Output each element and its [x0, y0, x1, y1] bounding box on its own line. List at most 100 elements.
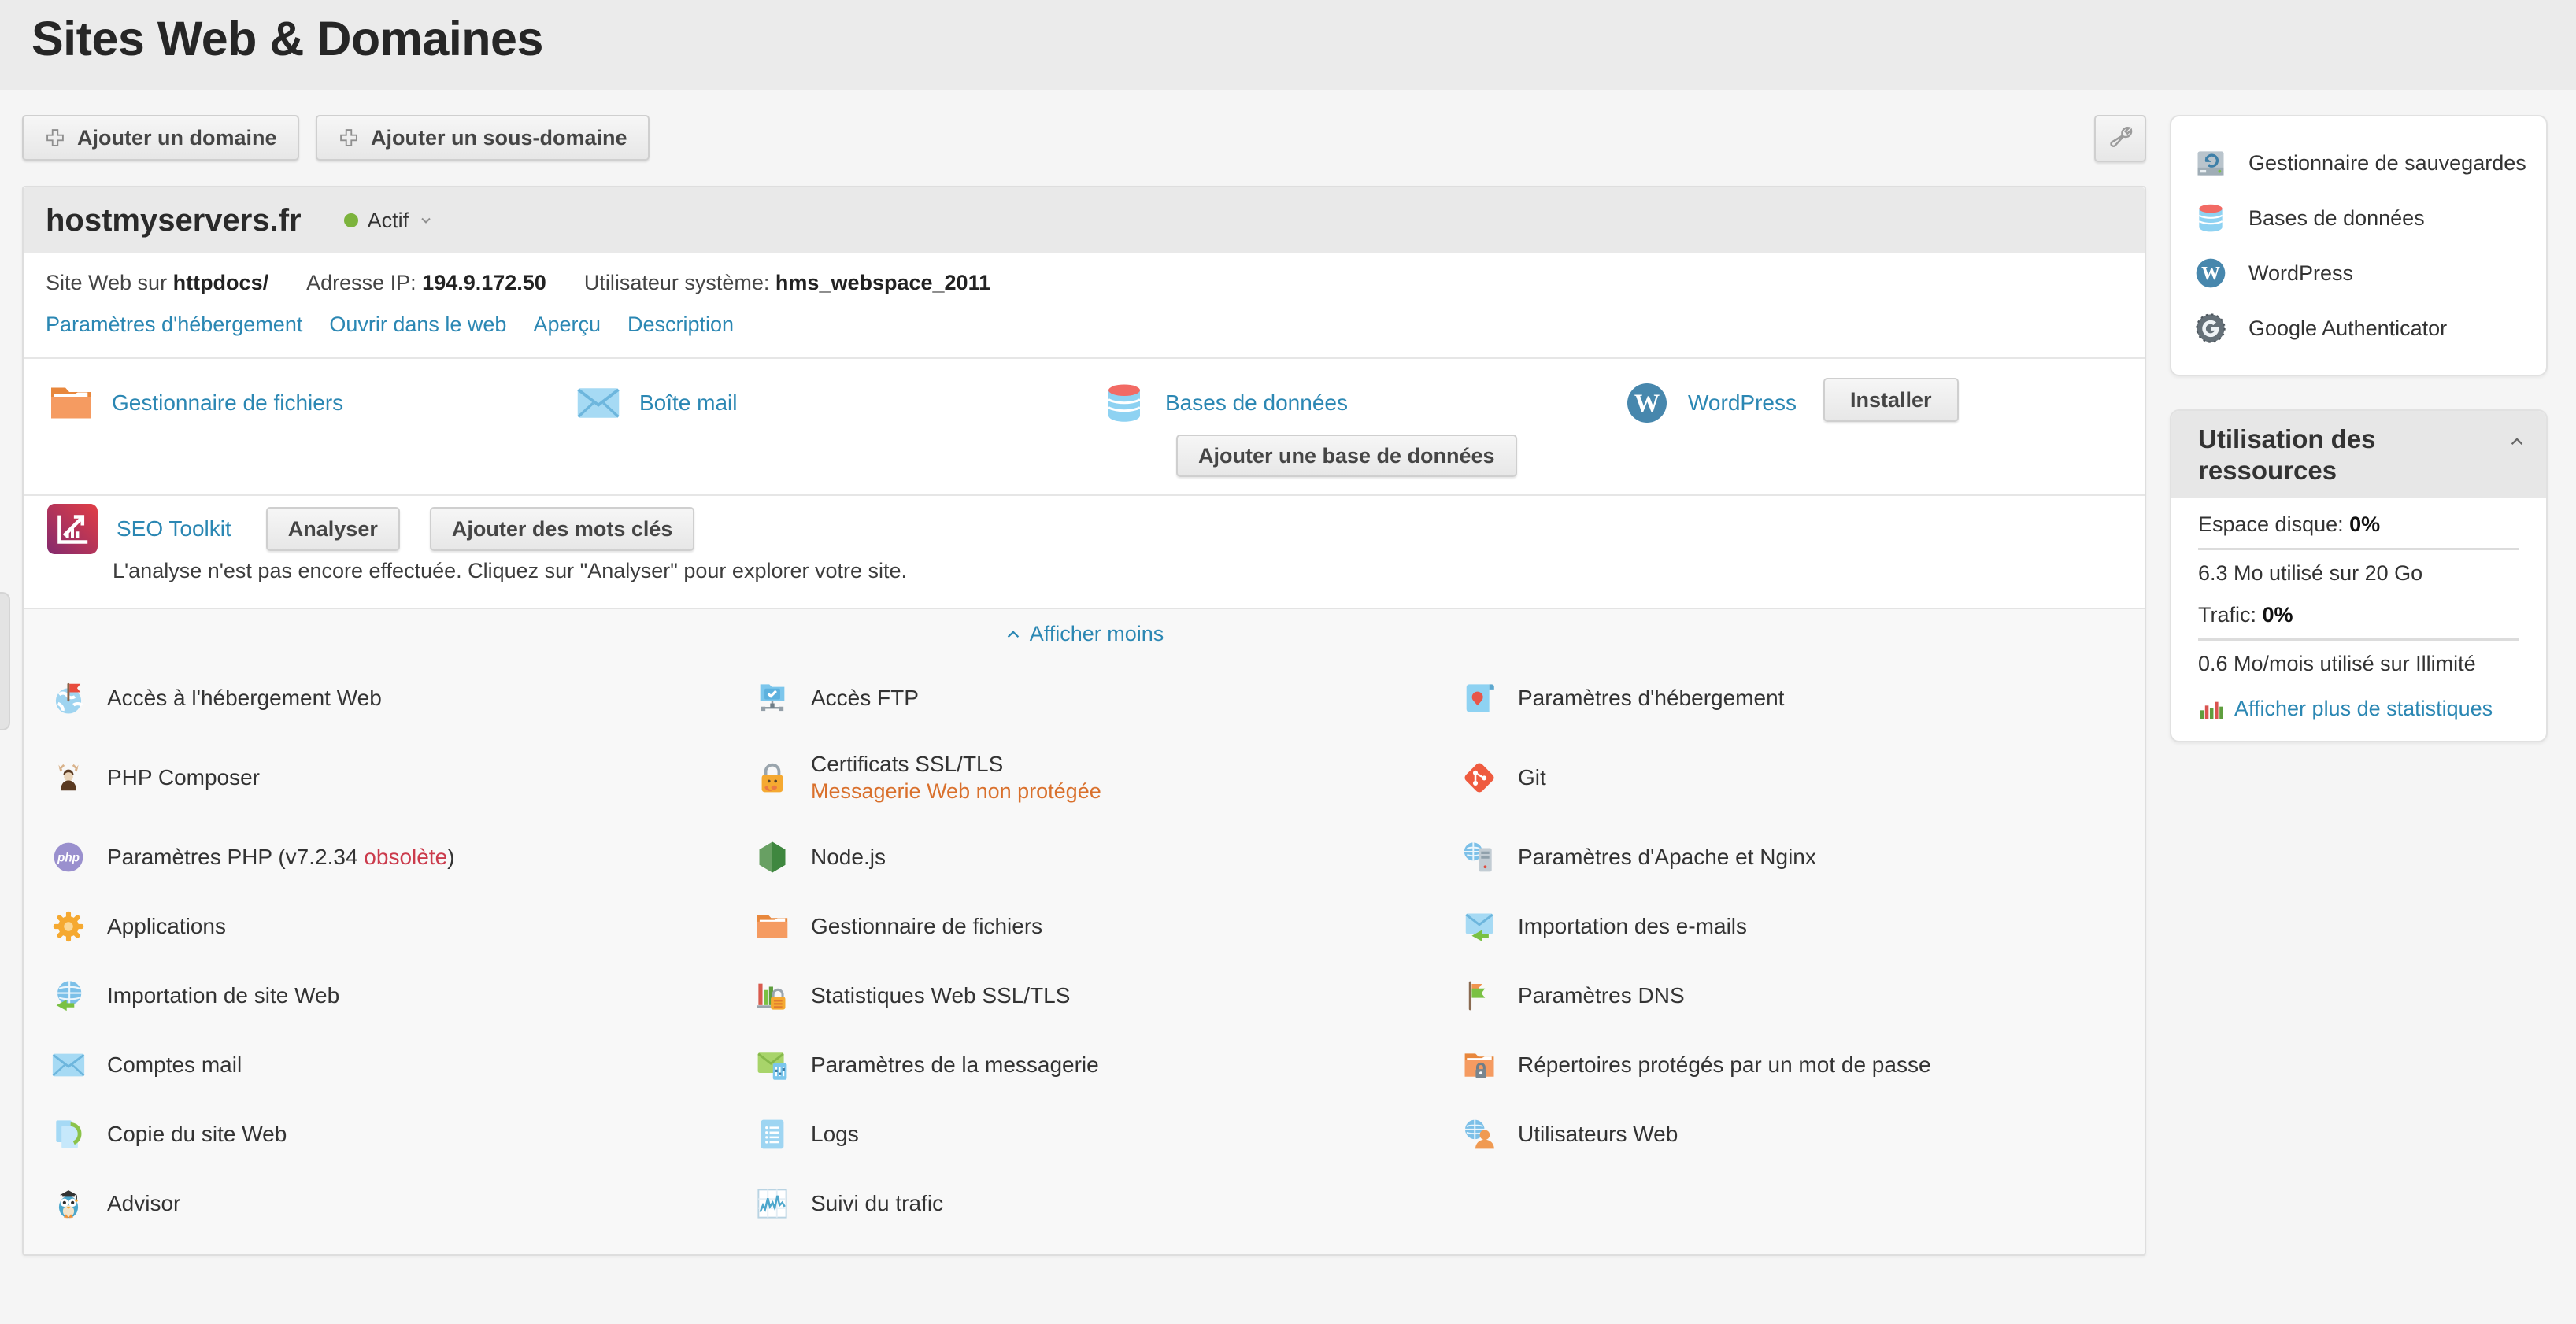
grid-item-dns[interactable]: Paramètres DNS [1461, 961, 2145, 1030]
wordpress-install-button[interactable]: Installer [1823, 378, 1959, 422]
stats-bars-icon [2198, 697, 2223, 722]
grid-item-advisor[interactable]: Advisor [50, 1169, 754, 1238]
domain-card: hostmyservers.fr Actif Site Web sur http… [22, 186, 2146, 1256]
feature-mailbox[interactable]: Boîte mail [575, 379, 738, 427]
page-title: Sites Web & Domaines [31, 12, 543, 65]
plus-icon [338, 127, 360, 149]
ssl-lock-icon [754, 760, 790, 796]
feature-wordpress[interactable]: W WordPress [1623, 379, 1797, 427]
toolbar: Ajouter un domaine Ajouter un sous-domai… [22, 115, 2146, 162]
grid-item-label: Importation des e-mails [1518, 914, 1748, 938]
web-users-icon [1461, 1116, 1497, 1152]
page-header: Sites Web & Domaines [0, 0, 2576, 90]
warning-text: Messagerie Web non protégée [811, 779, 1101, 803]
traffic-usage-bar [2198, 638, 2519, 641]
dns-icon [1461, 978, 1497, 1014]
grid-item-php[interactable]: php Paramètres PHP (v7.2.34 obsolète) [50, 823, 754, 892]
domain-action-link[interactable]: Ouvrir dans le web [329, 313, 506, 337]
grid-item-web-users[interactable]: Utilisateurs Web [1461, 1100, 2145, 1169]
grid-item-traffic[interactable]: Suivi du trafic [754, 1169, 1461, 1238]
seo-section: SEO Toolkit Analyser Ajouter des mots cl… [24, 494, 2145, 608]
seo-add-keywords-button[interactable]: Ajouter des mots clés [429, 507, 695, 551]
plus-icon [44, 127, 66, 149]
traffic-usage-label: Trafic: 0% [2198, 602, 2293, 627]
grid-item-ssl-lock[interactable]: Certificats SSL/TLS Messagerie Web non pr… [754, 733, 1461, 823]
add-subdomain-button[interactable]: Ajouter un sous-domaine [316, 115, 650, 161]
tools-button[interactable] [2094, 115, 2146, 162]
sidebar-item-wordpress[interactable]: W WordPress [2193, 246, 2524, 301]
chevron-up-icon[interactable] [2508, 433, 2526, 450]
feature-databases[interactable]: Bases de données [1101, 379, 1348, 427]
sidebar-item-google-authenticator[interactable]: Google Authenticator [2193, 301, 2524, 356]
resource-usage-title: Utilisation des ressources [2198, 424, 2376, 486]
feature-file-manager[interactable]: Gestionnaire de fichiers [47, 379, 343, 427]
status-dot-icon [343, 213, 358, 227]
backup-icon [2193, 146, 2228, 180]
mail-import-icon [1461, 908, 1497, 945]
grid-item-ftp[interactable]: Accès FTP [754, 664, 1461, 733]
grid-item-label: Utilisateurs Web [1518, 1122, 1678, 1146]
grid-item-globe-flag[interactable]: Accès à l'hébergement Web [50, 664, 754, 733]
show-less-link[interactable]: Afficher moins [24, 622, 2145, 646]
seo-toolkit-link[interactable]: SEO Toolkit [117, 516, 231, 542]
database-icon [1101, 379, 1148, 427]
grid-item-logs[interactable]: Logs [754, 1100, 1461, 1169]
traffic-usage-detail: 0.6 Mo/mois utilisé sur Illimité [2198, 651, 2476, 675]
grid-item-git[interactable]: Git [1461, 733, 2145, 823]
features-grid: Accès à l'hébergement Web Accès FTP Paramè… [24, 664, 2145, 1238]
domain-action-link[interactable]: Paramètres d'hébergement [46, 313, 302, 337]
mailbox-icon [575, 379, 622, 427]
chevron-up-icon [1005, 626, 1022, 643]
grid-item-copy-site[interactable]: Copie du site Web [50, 1100, 754, 1169]
domain-status-dropdown[interactable]: Actif [343, 209, 435, 233]
grid-item-mailbox[interactable]: Comptes mail [50, 1030, 754, 1100]
grid-item-protected-dir[interactable]: Répertoires protégés par un mot de passe [1461, 1030, 2145, 1100]
nodejs-icon [754, 839, 790, 875]
grid-item-stats-ssl[interactable]: Statistiques Web SSL/TLS [754, 961, 1461, 1030]
feature-row: Gestionnaire de fichiers Boîte mail Base… [24, 357, 2145, 494]
logs-icon [754, 1116, 790, 1152]
grid-item-label: Paramètres d'Apache et Nginx [1518, 845, 1816, 869]
add-domain-button[interactable]: Ajouter un domaine [22, 115, 299, 161]
grid-item-composer[interactable]: PHP Composer [50, 733, 754, 823]
domain-action-link[interactable]: Description [627, 313, 734, 337]
resource-usage-card: Utilisation des ressources Espace disque… [2170, 409, 2548, 742]
mailbox-icon [50, 1047, 87, 1083]
copy-site-icon [50, 1116, 87, 1152]
grid-item-label: Advisor [107, 1191, 181, 1215]
grid-item-empty [1461, 1169, 2145, 1238]
add-database-button[interactable]: Ajouter une base de données [1176, 435, 1517, 477]
site-import-icon [50, 978, 87, 1014]
sidebar-item-databases[interactable]: Bases de données [2193, 190, 2524, 246]
grid-item-label: Gestionnaire de fichiers [811, 914, 1043, 938]
panel-drawer-handle[interactable] [0, 592, 10, 730]
grid-item-mail-settings[interactable]: Paramètres de la messagerie [754, 1030, 1461, 1100]
httpdocs-link[interactable]: httpdocs/ [173, 271, 269, 294]
grid-item-label: Paramètres de la messagerie [811, 1052, 1099, 1077]
seo-analyze-button[interactable]: Analyser [265, 507, 400, 551]
disk-usage-bar [2198, 547, 2519, 550]
grid-item-nodejs[interactable]: Node.js [754, 823, 1461, 892]
git-icon [1461, 760, 1497, 796]
file-manager-icon [754, 908, 790, 945]
grid-item-apache-nginx[interactable]: Paramètres d'Apache et Nginx [1461, 823, 2145, 892]
wrench-icon [2104, 123, 2136, 154]
grid-item-label: Importation de site Web [107, 983, 340, 1008]
domain-action-link[interactable]: Aperçu [533, 313, 601, 337]
advisor-icon [50, 1185, 87, 1222]
more-statistics-link[interactable]: Afficher plus de statistiques [2198, 697, 2519, 722]
grid-item-mail-import[interactable]: Importation des e-mails [1461, 892, 2145, 961]
grid-item-hosting-settings[interactable]: Paramètres d'hébergement [1461, 664, 2145, 733]
wordpress-icon: W [2193, 256, 2228, 290]
grid-item-site-import[interactable]: Importation de site Web [50, 961, 754, 1030]
svg-text:W: W [2201, 264, 2220, 284]
grid-item-gear[interactable]: Applications [50, 892, 754, 961]
domain-name: hostmyservers.fr [46, 202, 302, 238]
grid-item-file-manager[interactable]: Gestionnaire de fichiers [754, 892, 1461, 961]
database-icon [2193, 201, 2228, 235]
grid-item-label: Paramètres PHP (v7.2.34 obsolète) [107, 845, 455, 869]
grid-item-label: Applications [107, 914, 226, 938]
sidebar-item-backup-manager[interactable]: Gestionnaire de sauvegardes [2193, 135, 2526, 190]
apache-nginx-icon [1461, 839, 1497, 875]
svg-text:W: W [1634, 390, 1660, 418]
